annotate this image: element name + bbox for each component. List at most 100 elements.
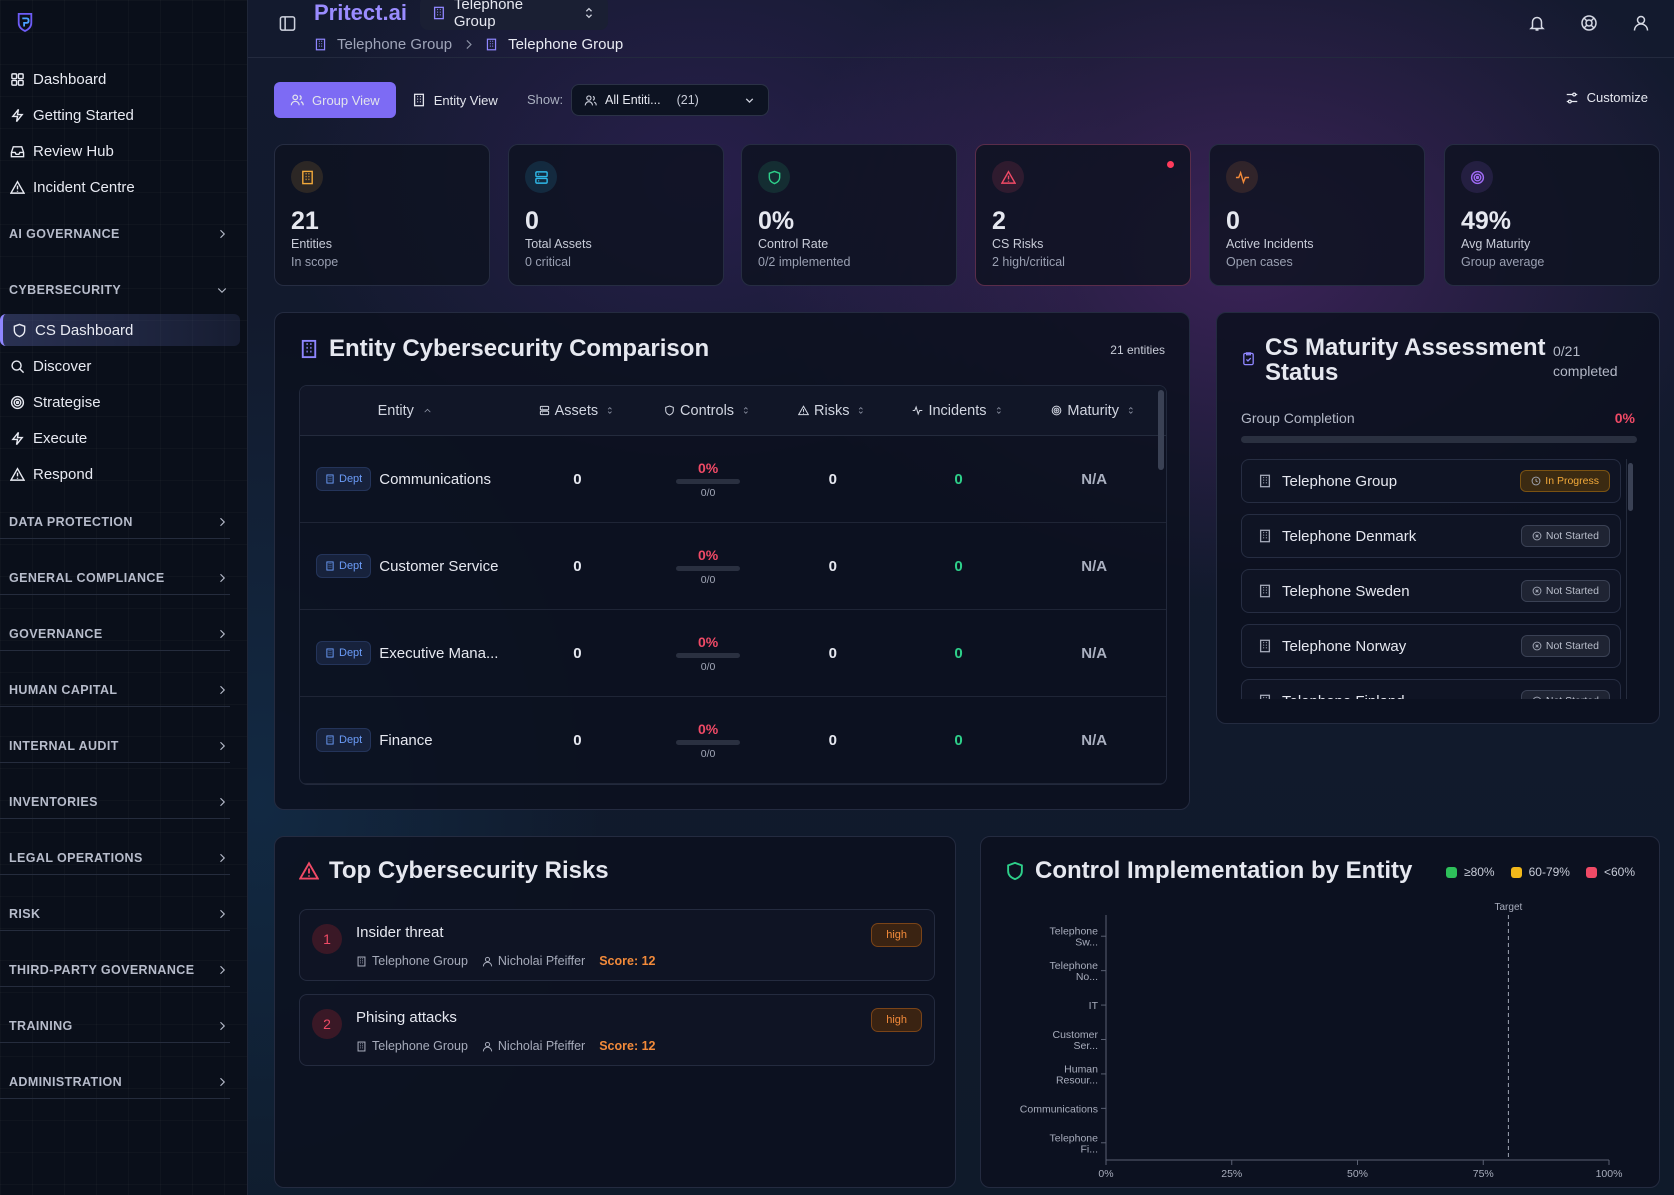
chevron-down-icon bbox=[217, 288, 227, 294]
building-icon bbox=[1259, 639, 1271, 653]
kpi-card-1[interactable]: 0 Total Assets 0 critical bbox=[508, 144, 724, 286]
column-header-risks[interactable]: Risks bbox=[771, 403, 895, 419]
column-header-maturity[interactable]: Maturity bbox=[1022, 403, 1166, 419]
table-header: Entity Assets Controls Risks Incidents Maturi… bbox=[300, 386, 1166, 436]
target-icon bbox=[10, 395, 25, 409]
building-icon bbox=[326, 648, 334, 658]
sidebar-cyber-item-3[interactable]: Execute bbox=[0, 422, 240, 454]
sidebar-item-3[interactable]: Incident Centre bbox=[0, 171, 240, 203]
sidebar-section-2[interactable]: DATA PROTECTION bbox=[0, 506, 240, 538]
header-divider bbox=[248, 57, 1674, 58]
risk-item[interactable]: 2 Phising attacks Telephone Group Nichol… bbox=[299, 994, 935, 1066]
x-tick-label: 100% bbox=[1596, 1168, 1623, 1180]
search-icon bbox=[11, 359, 25, 373]
group-completion-value: 0% bbox=[1614, 410, 1635, 426]
entity-name[interactable]: Customer Service bbox=[379, 558, 498, 575]
sidebar-section-10[interactable]: THIRD-PARTY GOVERNANCE bbox=[0, 954, 240, 986]
column-header-assets[interactable]: Assets bbox=[510, 403, 646, 419]
entity-name[interactable]: Executive Mana... bbox=[379, 645, 498, 662]
top-risks-panel: Top Cybersecurity Risks 1 Insider threat… bbox=[274, 836, 956, 1188]
entity-name[interactable]: Communications bbox=[379, 471, 491, 488]
maturity-item[interactable]: Telephone Norway Not Started bbox=[1241, 624, 1621, 668]
entity-name[interactable]: Finance bbox=[379, 732, 432, 749]
sidebar-item-1[interactable]: Getting Started bbox=[0, 99, 240, 131]
sidebar-section-6[interactable]: INTERNAL AUDIT bbox=[0, 730, 240, 762]
risk-rank: 2 bbox=[312, 1009, 342, 1039]
column-header-entity[interactable]: Entity bbox=[300, 403, 510, 419]
maturity-entity-name: Telephone Norway bbox=[1282, 637, 1407, 655]
x-circle-icon bbox=[1532, 641, 1542, 651]
maturity-title: CS Maturity Assessment Status bbox=[1265, 335, 1546, 385]
sidebar-section-0[interactable]: AI GOVERNANCE bbox=[0, 218, 240, 250]
sidebar-section-8[interactable]: LEGAL OPERATIONS bbox=[0, 842, 240, 874]
sidebar-section-7[interactable]: INVENTORIES bbox=[0, 786, 240, 818]
entity-filter-select[interactable]: All Entiti... (21) bbox=[571, 84, 769, 116]
sidebar-divider bbox=[0, 874, 230, 875]
kpi-card-5[interactable]: 49% Avg Maturity Group average bbox=[1444, 144, 1660, 286]
chevron-right-icon bbox=[220, 629, 226, 639]
table-row[interactable]: Dept Finance 0 0% 0/0 0 0 N/A bbox=[300, 697, 1166, 784]
group-selector[interactable]: Telephone Group bbox=[420, 0, 608, 30]
kpi-value: 0% bbox=[758, 207, 795, 235]
table-scrollbar[interactable] bbox=[1158, 390, 1164, 470]
table-row[interactable]: Dept Customer Service 0 0% 0/0 0 0 N/A bbox=[300, 523, 1166, 610]
sidebar-section-4[interactable]: GOVERNANCE bbox=[0, 618, 240, 650]
sidebar-cyber-item-2[interactable]: Strategise bbox=[0, 386, 240, 418]
help-lifebuoy-icon[interactable] bbox=[1580, 14, 1598, 32]
bolt-icon bbox=[11, 108, 24, 122]
kpi-card-3[interactable]: 2 CS Risks 2 high/critical bbox=[975, 144, 1191, 286]
risk-title: Insider threat bbox=[356, 924, 444, 941]
sidebar-section-12[interactable]: ADMINISTRATION bbox=[0, 1066, 240, 1098]
sidebar-toggle-icon[interactable] bbox=[279, 15, 296, 32]
sidebar-section-9[interactable]: RISK bbox=[0, 898, 240, 930]
y-tick-label: Sw... bbox=[1075, 937, 1098, 949]
maturity-item[interactable]: Telephone Group In Progress bbox=[1241, 459, 1621, 503]
user-icon[interactable] bbox=[1632, 14, 1650, 32]
sidebar-item-label: Discover bbox=[33, 357, 92, 375]
sidebar-section-3[interactable]: GENERAL COMPLIANCE bbox=[0, 562, 240, 594]
kpi-card-0[interactable]: 21 Entities In scope bbox=[274, 144, 490, 286]
sidebar-section-1[interactable]: CYBERSECURITY bbox=[0, 274, 240, 306]
kpi-card-2[interactable]: 0% Control Rate 0/2 implemented bbox=[741, 144, 957, 286]
dept-badge: Dept bbox=[316, 467, 372, 491]
clipboard-check-icon bbox=[1243, 352, 1254, 366]
kpi-value: 0 bbox=[1226, 207, 1240, 235]
maturity-item[interactable]: Telephone Sweden Not Started bbox=[1241, 569, 1621, 613]
breadcrumb-item-root[interactable]: Telephone Group bbox=[337, 36, 452, 53]
maturity-item[interactable]: Telephone Denmark Not Started bbox=[1241, 514, 1621, 558]
kpi-label: Entities bbox=[291, 237, 332, 251]
users-icon bbox=[290, 94, 304, 106]
kpi-label: Avg Maturity bbox=[1461, 237, 1531, 251]
table-row[interactable]: Dept Communications 0 0% 0/0 0 0 N/A bbox=[300, 436, 1166, 523]
sidebar-cyber-item-0[interactable]: CS Dashboard bbox=[0, 314, 240, 346]
column-header-controls[interactable]: Controls bbox=[645, 403, 771, 419]
column-header-label: Entity bbox=[377, 402, 414, 419]
sidebar-item-2[interactable]: Review Hub bbox=[0, 135, 240, 167]
kpi-icon-wrap bbox=[1461, 161, 1493, 193]
x-circle-icon bbox=[1532, 531, 1542, 541]
customize-button[interactable]: Customize bbox=[1565, 90, 1648, 105]
legend-swatch bbox=[1445, 866, 1457, 878]
sidebar-section-11[interactable]: TRAINING bbox=[0, 1010, 240, 1042]
controls-percent: 0% bbox=[697, 633, 719, 650]
risk-item[interactable]: 1 Insider threat Telephone Group Nichola… bbox=[299, 909, 935, 981]
kpi-icon-wrap bbox=[1226, 161, 1258, 193]
risk-score: Score: 12 bbox=[599, 954, 656, 968]
sidebar-item-label: Getting Started bbox=[33, 106, 134, 124]
risk-entity: Telephone Group bbox=[372, 954, 468, 968]
column-header-incidents[interactable]: Incidents bbox=[895, 403, 1023, 419]
alert-triangle-icon bbox=[10, 179, 25, 194]
building-icon bbox=[413, 93, 424, 107]
sidebar-cyber-item-1[interactable]: Discover bbox=[0, 350, 240, 382]
table-row[interactable]: Dept Executive Mana... 0 0% 0/0 0 0 N/A bbox=[300, 610, 1166, 697]
sidebar-item-0[interactable]: Dashboard bbox=[0, 63, 240, 95]
y-tick-label: Fi... bbox=[1081, 1143, 1099, 1155]
tab-group-view[interactable]: Group View bbox=[274, 82, 396, 118]
maturity-item[interactable]: Telephone Finland Not Started bbox=[1241, 679, 1621, 699]
kpi-card-4[interactable]: 0 Active Incidents Open cases bbox=[1209, 144, 1425, 286]
sidebar-section-5[interactable]: HUMAN CAPITAL bbox=[0, 674, 240, 706]
bell-icon[interactable] bbox=[1528, 14, 1546, 32]
kpi-sub: Open cases bbox=[1226, 255, 1293, 269]
tab-entity-view[interactable]: Entity View bbox=[396, 82, 514, 118]
sidebar-cyber-item-4[interactable]: Respond bbox=[0, 458, 240, 490]
